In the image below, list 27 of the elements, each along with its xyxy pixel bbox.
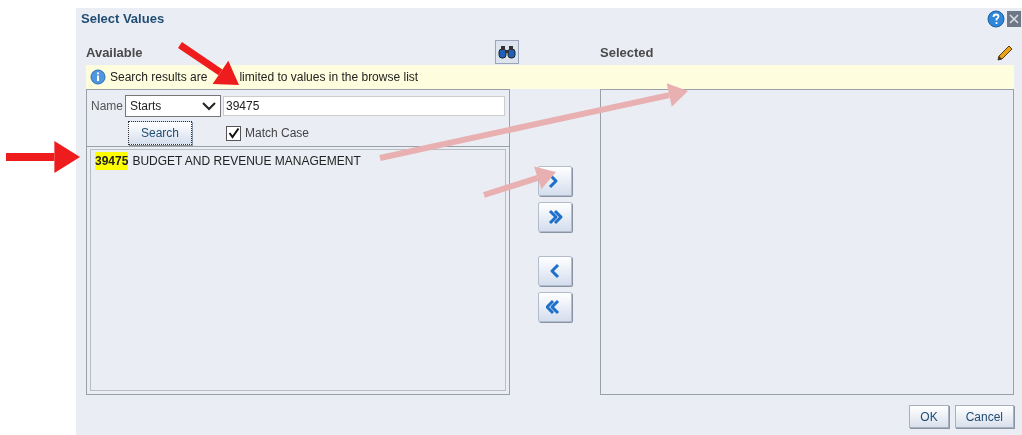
info-icon: [90, 69, 106, 85]
move-all-left-button[interactable]: [538, 292, 572, 322]
chevron-down-icon: [202, 101, 216, 111]
info-message: Search results are: [110, 69, 208, 86]
search-field[interactable]: 39475: [223, 96, 505, 116]
info-message: limited to values in the browse list: [239, 69, 419, 86]
double-chevron-right-icon: [546, 208, 564, 226]
match-case-checkbox[interactable]: [226, 125, 241, 141]
operator-dropdown[interactable]: Starts: [125, 95, 221, 117]
move-all-right-button[interactable]: [538, 202, 572, 232]
close-icon[interactable]: [1007, 11, 1021, 27]
binoculars-icon: [498, 45, 516, 59]
field-label: Name: [91, 98, 123, 115]
window-title: Select Values: [81, 10, 165, 29]
pencil-icon[interactable]: [996, 44, 1014, 62]
move-left-button[interactable]: [538, 256, 572, 286]
checkbox-label: Match Case: [245, 125, 310, 142]
search-button[interactable]: Search: [128, 121, 192, 145]
panel-heading: Selected: [600, 43, 654, 62]
checkmark-icon: [227, 127, 240, 139]
search-highlight: 39475: [95, 152, 129, 170]
result-item[interactable]: BUDGET AND REVENUE MANAGEMENT: [132, 152, 361, 170]
panel-heading: Available: [86, 43, 143, 62]
help-icon[interactable]: [987, 10, 1005, 28]
binoculars-button[interactable]: [495, 40, 519, 64]
dialog-button[interactable]: Cancel: [954, 405, 1014, 428]
dialog-button[interactable]: OK: [909, 405, 949, 428]
